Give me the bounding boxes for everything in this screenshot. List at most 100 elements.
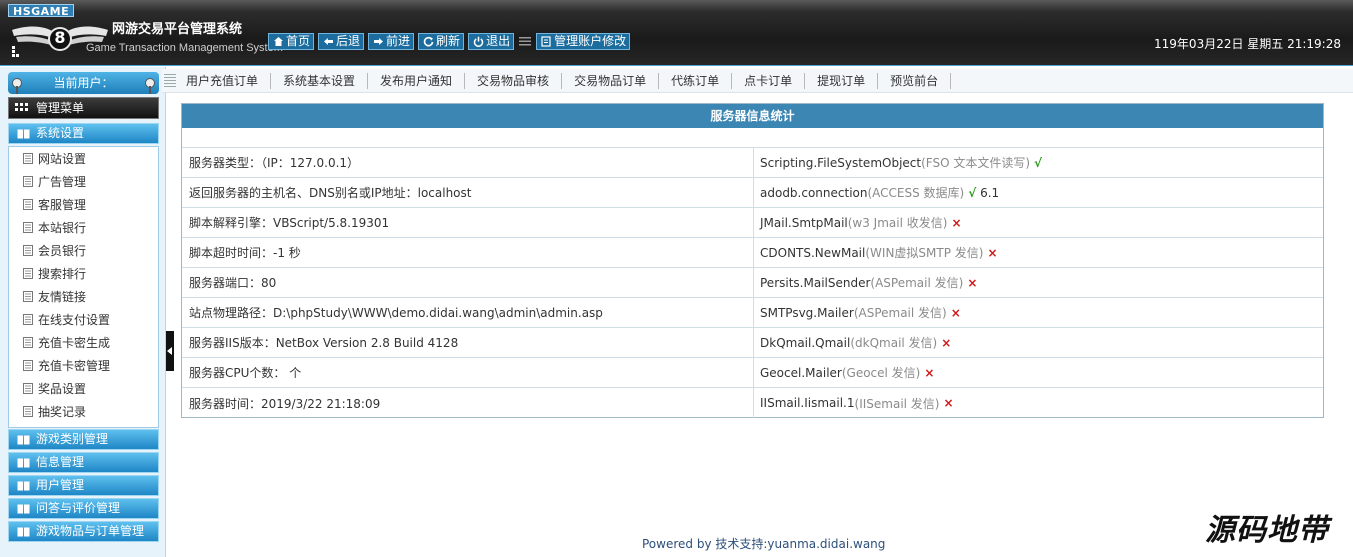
logo-badge: 8 — [54, 28, 66, 47]
tab-withdraw-orders[interactable]: 提现订单 — [805, 72, 879, 89]
sidebar-item-customer-service[interactable]: 客服管理 — [9, 193, 158, 216]
sidebar-item-label: 抽奖记录 — [38, 405, 87, 419]
server-property: 脚本超时时间：-1 秒 — [182, 238, 754, 267]
sidebar-item-card-generate[interactable]: 充值卡密生成 — [9, 331, 158, 354]
tab-system-settings[interactable]: 系统基本设置 — [271, 72, 369, 89]
table-row: 服务器时间：2019/3/22 21:18:09 IISmail.Iismail.… — [182, 388, 1323, 418]
system-settings-submenu: 网站设置 广告管理 客服管理 本站银行 会员银行 搜索排行 友情链接 在线支付设… — [8, 146, 159, 428]
book-icon — [17, 481, 30, 490]
forward-button[interactable]: 前进 — [368, 33, 415, 50]
logout-label: 退出 — [486, 34, 511, 48]
group-system-settings[interactable]: 系统设置 — [8, 123, 159, 144]
component-name: SMTPsvg.Mailer — [760, 305, 854, 320]
book-icon — [17, 504, 30, 513]
group-info-management[interactable]: 信息管理 — [8, 452, 159, 473]
account-settings-label: 管理账户修改 — [554, 34, 627, 48]
group-qa-reviews[interactable]: 问答与评价管理 — [8, 498, 159, 519]
tab-item-orders[interactable]: 交易物品订单 — [562, 72, 660, 89]
component-check: adodb.connection (ACCESS 数据库) √ 6.1 — [754, 178, 1323, 207]
arrow-right-icon — [372, 36, 384, 48]
group-label: 游戏物品与订单管理 — [36, 524, 145, 538]
sidebar-item-lottery-records[interactable]: 抽奖记录 — [9, 400, 158, 423]
panel-spacer — [182, 128, 1323, 148]
system-subtitle: Game Transaction Management System — [86, 42, 283, 54]
component-description: (ASPemail 发信) — [853, 306, 947, 320]
component-check: Persits.MailSender (ASPemail 发信) × — [754, 268, 1323, 297]
component-check: SMTPsvg.Mailer (ASPemail 发信) × — [754, 298, 1323, 327]
sidebar-item-label: 在线支付设置 — [38, 313, 111, 327]
tab-item-review[interactable]: 交易物品审核 — [465, 72, 563, 89]
component-description: (IISemail 发信) — [854, 396, 940, 411]
refresh-button[interactable]: 刷新 — [418, 33, 465, 50]
triangle-left-icon — [167, 347, 172, 355]
component-check: CDONTS.NewMail (WIN虚拟SMTP 发信) × — [754, 238, 1323, 267]
server-property: 返回服务器的主机名、DNS别名或IP地址：localhost — [182, 178, 754, 207]
table-row: 服务器端口：80 Persits.MailSender (ASPemail 发信) × — [182, 268, 1323, 298]
pin-icon — [145, 78, 155, 94]
check-icon: √ — [1034, 155, 1043, 170]
sidebar-item-label: 充值卡密生成 — [38, 336, 111, 350]
book-icon — [17, 129, 30, 138]
current-user-label: 当前用户： — [53, 76, 114, 90]
group-label: 用户管理 — [36, 478, 85, 492]
component-name: CDONTS.NewMail — [760, 245, 866, 260]
sidebar-collapse-handle[interactable] — [166, 331, 174, 371]
document-icon — [23, 199, 33, 210]
sidebar-item-card-manage[interactable]: 充值卡密管理 — [9, 354, 158, 377]
tab-publish-notice[interactable]: 发布用户通知 — [368, 72, 466, 89]
sidebar-item-friend-links[interactable]: 友情链接 — [9, 285, 158, 308]
cross-icon: × — [987, 245, 998, 260]
sidebar-item-label: 充值卡密管理 — [38, 359, 111, 373]
top-nav: 首页 后退 前进 刷新 退出 管理账户修改 — [268, 33, 631, 50]
back-button[interactable]: 后退 — [318, 33, 365, 50]
component-name: JMail.SmtpMail — [760, 215, 848, 230]
sidebar-item-online-payment[interactable]: 在线支付设置 — [9, 308, 158, 331]
pin-icon — [12, 78, 22, 94]
menu-title: 管理菜单 — [36, 101, 85, 115]
sidebar-item-site-settings[interactable]: 网站设置 — [9, 147, 158, 170]
document-icon — [23, 291, 33, 302]
sidebar-item-label: 本站银行 — [38, 221, 87, 235]
datetime-display: 119年03月22日 星期五 21:19:28 — [1154, 37, 1341, 51]
sidebar-item-label: 会员银行 — [38, 244, 87, 258]
cross-icon: × — [924, 365, 935, 380]
refresh-label: 刷新 — [436, 34, 461, 48]
book-icon — [17, 435, 30, 444]
system-title: 网游交易平台管理系统 — [112, 22, 243, 37]
brand-tag: HSGAME — [8, 4, 75, 18]
component-description: (dkQmail 发信) — [850, 336, 938, 350]
refresh-icon — [422, 36, 434, 48]
component-name: adodb.connection — [760, 185, 868, 200]
component-name: Geocel.Mailer — [760, 365, 842, 380]
book-icon — [17, 527, 30, 536]
server-property: 服务器类型：（IP：127.0.0.1） — [182, 148, 754, 177]
account-settings-button[interactable]: 管理账户修改 — [536, 33, 631, 50]
home-button[interactable]: 首页 — [268, 33, 315, 50]
menu-header: 管理菜单 — [8, 97, 159, 119]
sidebar-item-site-bank[interactable]: 本站银行 — [9, 216, 158, 239]
sidebar-item-search-ranking[interactable]: 搜索排行 — [9, 262, 158, 285]
cross-icon: × — [943, 396, 954, 410]
sidebar-item-ads[interactable]: 广告管理 — [9, 170, 158, 193]
tab-card-orders[interactable]: 点卡订单 — [732, 72, 806, 89]
document-icon — [23, 245, 33, 256]
component-name: DkQmail.Qmail — [760, 335, 851, 350]
logout-button[interactable]: 退出 — [468, 33, 515, 50]
group-user-management[interactable]: 用户管理 — [8, 475, 159, 496]
component-description: (w3 Jmail 收发信) — [847, 216, 948, 230]
sidebar-item-prize-settings[interactable]: 奖品设置 — [9, 377, 158, 400]
group-items-orders[interactable]: 游戏物品与订单管理 — [8, 521, 159, 542]
component-check: IISmail.Iismail.1 (IISemail 发信) × — [754, 388, 1323, 418]
tab-user-recharge-orders[interactable]: 用户充值订单 — [186, 72, 272, 89]
table-row: 服务器CPU个数： 个 Geocel.Mailer (Geocel 发信) × — [182, 358, 1323, 388]
component-check: DkQmail.Qmail (dkQmail 发信) × — [754, 328, 1323, 357]
current-user-bar: 当前用户： — [8, 72, 159, 94]
footer-credit: Powered by 技术支持:yuanma.didai.wang — [642, 537, 886, 551]
tab-bar: 用户充值订单 系统基本设置 发布用户通知 交易物品审核 交易物品订单 代练订单 … — [162, 69, 1353, 93]
sidebar-item-member-bank[interactable]: 会员银行 — [9, 239, 158, 262]
component-description: (ACCESS 数据库) — [867, 186, 965, 200]
home-label: 首页 — [286, 34, 311, 48]
tab-preview-frontend[interactable]: 预览前台 — [878, 72, 952, 89]
group-game-categories[interactable]: 游戏类别管理 — [8, 429, 159, 450]
tab-boosting-orders[interactable]: 代练订单 — [659, 72, 733, 89]
